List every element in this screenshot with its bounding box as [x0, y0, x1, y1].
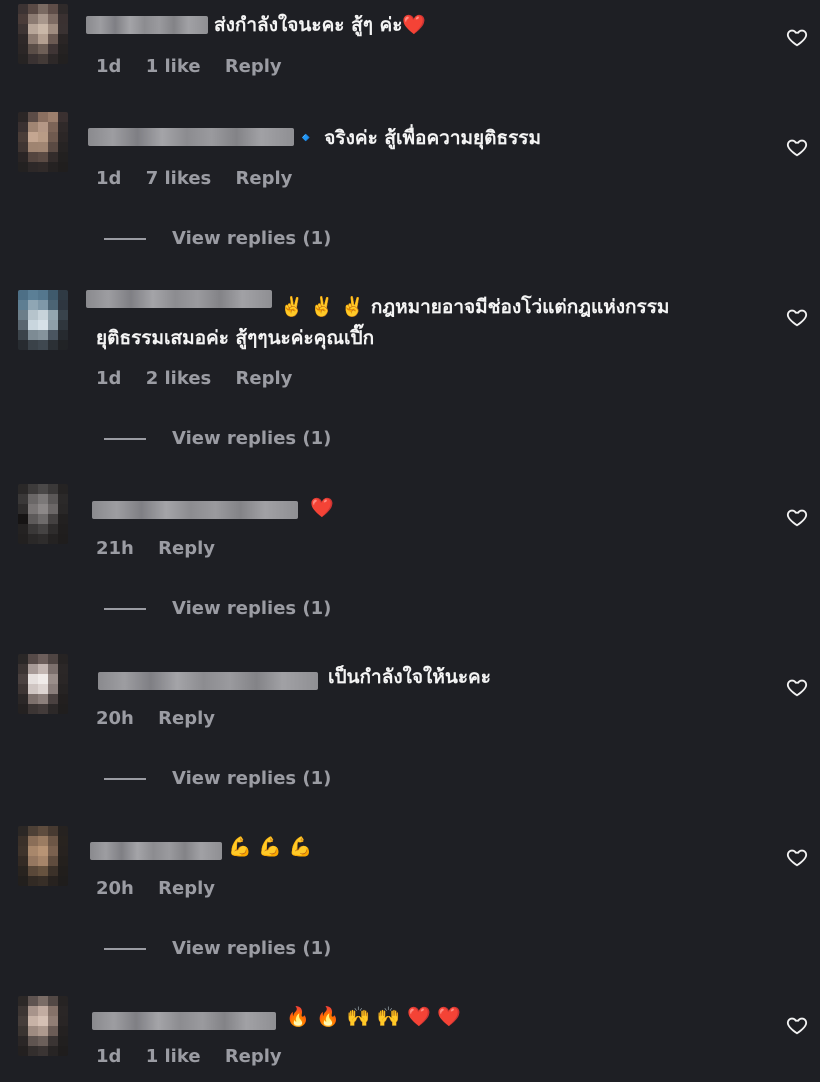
comment-meta: 20h Reply — [96, 708, 233, 729]
view-replies-button[interactable]: View replies (1) — [104, 598, 331, 619]
comment-time: 21h — [96, 538, 134, 559]
avatar[interactable] — [18, 4, 68, 64]
username-redacted[interactable] — [88, 128, 294, 146]
reply-button[interactable]: Reply — [225, 56, 282, 77]
reply-divider-line — [104, 947, 146, 950]
view-replies-button[interactable]: View replies (1) — [104, 228, 331, 249]
reply-button[interactable]: Reply — [158, 708, 215, 729]
username-redacted[interactable] — [92, 501, 298, 519]
reply-button[interactable]: Reply — [236, 168, 293, 189]
comment-text: 💪 💪 💪 — [228, 836, 313, 858]
view-replies-button[interactable]: View replies (1) — [104, 938, 331, 959]
comment-meta: 1d 1 like Reply — [96, 56, 300, 77]
heart-outline-icon[interactable] — [786, 846, 808, 868]
comment-text: ✌️ ✌️ ✌️ กฎหมายอาจมีช่องโว่แต่กฎแห่งกรรม — [280, 296, 670, 318]
heart-outline-icon[interactable] — [786, 136, 808, 158]
avatar[interactable] — [18, 654, 68, 714]
heart-outline-icon[interactable] — [786, 1014, 808, 1036]
comment-time: 1d — [96, 368, 122, 389]
comment-meta: 1d 1 like Reply — [96, 1046, 300, 1067]
heart-outline-icon[interactable] — [786, 506, 808, 528]
like-count[interactable]: 2 likes — [146, 368, 212, 389]
view-replies-label[interactable]: View replies (1) — [172, 598, 331, 619]
comment-time: 1d — [96, 168, 122, 189]
avatar[interactable] — [18, 290, 68, 350]
username-redacted[interactable] — [86, 16, 208, 34]
reply-divider-line — [104, 437, 146, 440]
comment-meta: 1d 2 likes Reply — [96, 368, 310, 389]
heart-outline-icon[interactable] — [786, 676, 808, 698]
avatar[interactable] — [18, 484, 68, 544]
reply-divider-line — [104, 777, 146, 780]
comment-text: เป็นกำลังใจให้นะคะ — [328, 666, 491, 688]
comment-meta: 20h Reply — [96, 878, 233, 899]
heart-outline-icon[interactable] — [786, 306, 808, 328]
comment-time: 20h — [96, 878, 134, 899]
view-replies-label[interactable]: View replies (1) — [172, 228, 331, 249]
username-redacted[interactable] — [90, 842, 222, 860]
view-replies-label[interactable]: View replies (1) — [172, 428, 331, 449]
username-redacted[interactable] — [86, 290, 272, 308]
comment-text-continuation: ยุติธรรมเสมอค่ะ สู้ๆๆนะค่ะคุณเปิ๊ก — [96, 327, 375, 349]
avatar[interactable] — [18, 826, 68, 886]
comment-text: 🔹 จริงค่ะ สู้เพื่อความยุติธรรม — [294, 127, 542, 149]
reply-button[interactable]: Reply — [236, 368, 293, 389]
like-count[interactable]: 1 like — [146, 1046, 201, 1067]
comment-time: 20h — [96, 708, 134, 729]
reply-divider-line — [104, 237, 146, 240]
username-redacted[interactable] — [92, 1012, 276, 1030]
reply-button[interactable]: Reply — [225, 1046, 282, 1067]
comment-meta: 21h Reply — [96, 538, 233, 559]
view-replies-button[interactable]: View replies (1) — [104, 428, 331, 449]
avatar[interactable] — [18, 112, 68, 172]
heart-outline-icon[interactable] — [786, 26, 808, 48]
view-replies-button[interactable]: View replies (1) — [104, 768, 331, 789]
comment-text: 🔥 🔥 🙌 🙌 ❤️ ❤️ — [286, 1006, 462, 1028]
reply-button[interactable]: Reply — [158, 878, 215, 899]
like-count[interactable]: 1 like — [146, 56, 201, 77]
comment-text: ❤️ — [310, 497, 334, 519]
reply-divider-line — [104, 607, 146, 610]
comment-text: ส่งกำลังใจนะคะ สู้ๆ ค่ะ❤️ — [214, 14, 427, 36]
like-count[interactable]: 7 likes — [146, 168, 212, 189]
view-replies-label[interactable]: View replies (1) — [172, 768, 331, 789]
comment-time: 1d — [96, 56, 122, 77]
comment-time: 1d — [96, 1046, 122, 1067]
comment-meta: 1d 7 likes Reply — [96, 168, 310, 189]
reply-button[interactable]: Reply — [158, 538, 215, 559]
username-redacted[interactable] — [98, 672, 318, 690]
avatar[interactable] — [18, 996, 68, 1056]
view-replies-label[interactable]: View replies (1) — [172, 938, 331, 959]
